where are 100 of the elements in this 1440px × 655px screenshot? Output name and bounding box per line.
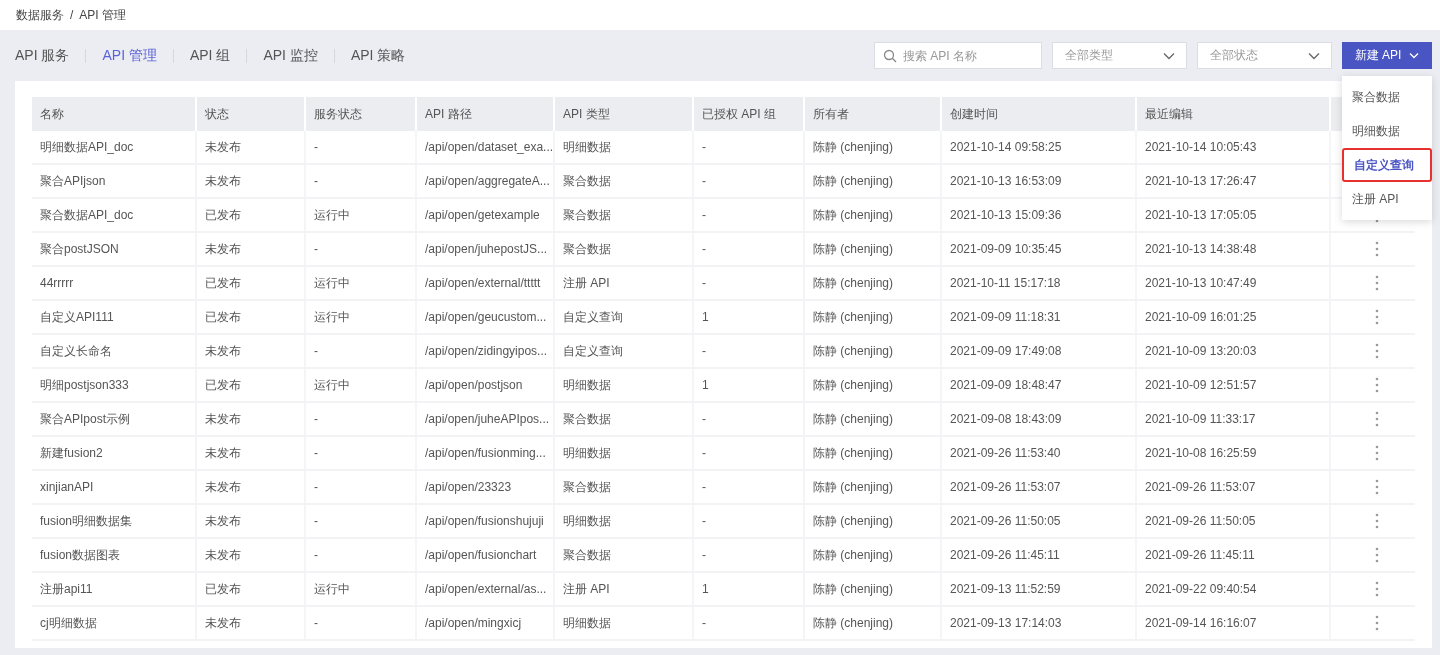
table-cell: - — [306, 505, 417, 537]
column-header: 服务状态 — [306, 97, 417, 131]
table-cell: - — [306, 131, 417, 163]
table-cell: 1 — [694, 369, 805, 401]
table-cell: 2021-09-26 11:45:11 — [942, 539, 1137, 571]
nav-tab[interactable]: API 管理 — [102, 46, 157, 65]
table-cell: 运行中 — [306, 301, 417, 333]
table-cell: 2021-09-26 11:50:05 — [1137, 505, 1331, 537]
more-icon[interactable] — [1375, 275, 1379, 291]
table-cell: 自定义查询 — [555, 335, 694, 367]
menu-item[interactable]: 聚合数据 — [1342, 80, 1432, 114]
table-cell: 陈静 (chenjing) — [805, 471, 942, 503]
table-cell: 明细数据 — [555, 131, 694, 163]
table-cell: xinjianAPI — [32, 471, 197, 503]
table-cell: 陈静 (chenjing) — [805, 131, 942, 163]
table-cell: /api/open/fusionming... — [417, 437, 555, 469]
table-cell: 2021-10-14 09:58:25 — [942, 131, 1137, 163]
table-cell: 2021-10-13 17:26:47 — [1137, 165, 1331, 197]
nav-tab[interactable]: API 策略 — [350, 46, 406, 65]
table-cell: 明细postjson333 — [32, 369, 197, 401]
table-cell: 陈静 (chenjing) — [805, 573, 942, 605]
table-cell: - — [694, 165, 805, 197]
table-cell: 陈静 (chenjing) — [805, 233, 942, 265]
table-cell: cj明细数据 — [32, 607, 197, 639]
table-cell: 2021-09-26 11:45:11 — [1137, 539, 1331, 571]
table-cell: 陈静 (chenjing) — [805, 369, 942, 401]
column-header: 名称 — [32, 97, 197, 131]
table-cell: - — [306, 335, 417, 367]
table-cell: /api/open/aggregateA... — [417, 165, 555, 197]
table-cell: - — [694, 607, 805, 639]
table-cell: 2021-10-13 10:47:49 — [1137, 267, 1331, 299]
table-cell: 注册 API — [555, 267, 694, 299]
table-cell: - — [694, 335, 805, 367]
menu-item[interactable]: 注册 API — [1342, 182, 1432, 216]
table-cell: /api/open/juhepostJS... — [417, 233, 555, 265]
table-cell: 2021-09-22 09:40:54 — [1137, 573, 1331, 605]
table-cell: 已发布 — [197, 369, 306, 401]
table-cell: 44rrrrr — [32, 267, 197, 299]
search-field[interactable]: 搜索 API 名称 — [874, 42, 1042, 69]
table-cell: 2021-10-09 11:33:17 — [1137, 403, 1331, 435]
table-cell: 2021-09-13 11:52:59 — [942, 573, 1137, 605]
table-cell: - — [306, 607, 417, 639]
more-icon[interactable] — [1375, 581, 1379, 597]
table-cell: 运行中 — [306, 573, 417, 605]
table-cell: 聚合APIjson — [32, 165, 197, 197]
table-cell: 聚合数据 — [555, 471, 694, 503]
breadcrumb-item[interactable]: 数据服务 — [16, 6, 64, 24]
breadcrumb-item: API 管理 — [79, 6, 127, 24]
nav-tab[interactable]: API 服务 — [15, 46, 70, 65]
table-cell: 自定义查询 — [555, 301, 694, 333]
table-cell: /api/open/fusionchart — [417, 539, 555, 571]
table-cell: - — [306, 471, 417, 503]
menu-item[interactable]: 自定义查询 — [1342, 148, 1432, 182]
table-cell: 注册api11 — [32, 573, 197, 605]
table-cell: 未发布 — [197, 539, 306, 571]
table-cell: 聚合数据 — [555, 233, 694, 265]
table-cell: 1 — [694, 573, 805, 605]
more-icon[interactable] — [1375, 513, 1379, 529]
table-cell: 聚合数据API_doc — [32, 199, 197, 231]
table-cell: 陈静 (chenjing) — [805, 403, 942, 435]
more-icon[interactable] — [1375, 343, 1379, 359]
table-cell: 明细数据API_doc — [32, 131, 197, 163]
table-cell: - — [306, 403, 417, 435]
table-cell: 2021-09-09 10:35:45 — [942, 233, 1137, 265]
more-icon[interactable] — [1375, 547, 1379, 563]
menu-item[interactable]: 明细数据 — [1342, 114, 1432, 148]
table-cell: 2021-09-26 11:53:40 — [942, 437, 1137, 469]
table-cell: - — [694, 267, 805, 299]
table-cell: 2021-10-09 16:01:25 — [1137, 301, 1331, 333]
table-cell: 运行中 — [306, 267, 417, 299]
table-cell: 2021-10-13 16:53:09 — [942, 165, 1137, 197]
table-cell: 已发布 — [197, 199, 306, 231]
more-icon[interactable] — [1375, 411, 1379, 427]
table-cell: 2021-09-09 18:48:47 — [942, 369, 1137, 401]
nav-tab[interactable]: API 监控 — [263, 46, 318, 65]
more-icon[interactable] — [1375, 241, 1379, 257]
table-cell: /api/open/23323 — [417, 471, 555, 503]
column-header: 所有者 — [805, 97, 942, 131]
more-icon[interactable] — [1375, 615, 1379, 631]
table-cell: 2021-10-13 17:05:05 — [1137, 199, 1331, 231]
table-cell: 陈静 (chenjing) — [805, 335, 942, 367]
table-cell: 2021-10-14 10:05:43 — [1137, 131, 1331, 163]
more-icon[interactable] — [1375, 445, 1379, 461]
new-api-button[interactable]: 新建 API — [1342, 42, 1432, 69]
table-cell: - — [306, 539, 417, 571]
table-cell: - — [306, 233, 417, 265]
more-icon[interactable] — [1375, 309, 1379, 325]
column-header: API 路径 — [417, 97, 555, 131]
table-cell: 聚合数据 — [555, 165, 694, 197]
more-icon[interactable] — [1375, 479, 1379, 495]
table-cell: 2021-10-09 13:20:03 — [1137, 335, 1331, 367]
column-header: 创建时间 — [942, 97, 1137, 131]
table-cell: /api/open/geucustom... — [417, 301, 555, 333]
table-cell: 2021-09-14 16:16:07 — [1137, 607, 1331, 639]
table-cell: 陈静 (chenjing) — [805, 607, 942, 639]
table-cell: 明细数据 — [555, 505, 694, 537]
more-icon[interactable] — [1375, 377, 1379, 393]
table-cell: - — [694, 131, 805, 163]
nav-tab[interactable]: API 组 — [189, 46, 231, 65]
table-cell: /api/open/external/ttttt — [417, 267, 555, 299]
